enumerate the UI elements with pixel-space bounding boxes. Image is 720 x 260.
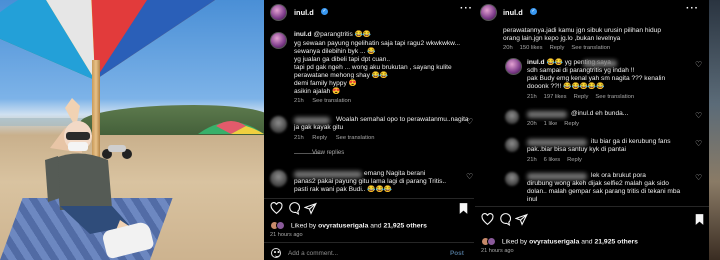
comment-like-icon[interactable]: ♡ <box>466 172 473 181</box>
comment-line: @inul.d eh bunda... <box>571 110 629 117</box>
more-icon[interactable]: ··· <box>460 3 473 14</box>
blurred-username <box>294 117 330 124</box>
comment-like-icon[interactable]: ♡ <box>695 60 702 69</box>
comment-icon[interactable] <box>287 202 300 215</box>
comment-line: pasti rak wani pak Budi.. 😂😂😂 <box>294 186 392 193</box>
add-comment-input[interactable]: Add a comment... <box>288 250 338 257</box>
avatar[interactable] <box>505 172 519 186</box>
avatar[interactable] <box>505 138 519 152</box>
comments-panel-right: inul.d ✓ ··· perawatannya.jadi kamu jgn … <box>475 0 720 260</box>
reply-button[interactable]: Reply <box>312 135 327 141</box>
avatar[interactable] <box>270 116 287 133</box>
avatar[interactable] <box>505 110 519 124</box>
comment-meta: 21h 197 likes Reply See translation <box>527 94 635 100</box>
view-replies-button[interactable]: View replies <box>312 150 344 156</box>
see-translation-link[interactable]: See translation <box>336 135 375 141</box>
comment-meta: 21h 6 likes Reply <box>527 157 582 163</box>
comment-line: dolan.. malah gempar sak parang tritis d… <box>527 188 681 195</box>
reply-button[interactable]: Reply <box>564 121 579 127</box>
comment-like-icon[interactable]: ♡ <box>695 111 702 120</box>
smiley-icon[interactable] <box>271 248 281 258</box>
comment-username[interactable]: inul.d <box>527 59 545 66</box>
see-translation-link[interactable]: See translation <box>595 94 634 100</box>
blurred-username <box>527 111 567 118</box>
post-username[interactable]: inul.d <box>294 8 314 17</box>
comment-username[interactable]: inul.d <box>294 31 312 38</box>
comments-panel-left: inul.d ✓ ··· inul.d @parangtritis 😂😂 yg … <box>264 0 474 260</box>
bookmark-icon[interactable] <box>457 202 470 215</box>
comment-line: Woalah semahal opo to perawatanmu..nagit… <box>336 116 469 123</box>
see-translation-link[interactable]: See translation <box>571 45 610 51</box>
avatar[interactable] <box>505 58 522 75</box>
divider <box>475 206 709 207</box>
likes-summary[interactable]: Liked by ovyratuserigala and 21,925 othe… <box>270 221 427 230</box>
share-icon[interactable] <box>515 213 528 226</box>
avatar[interactable] <box>270 32 287 49</box>
comment-line: pak..biar bisa santuy kyk di pantai <box>527 146 626 153</box>
blurred-mention <box>583 60 617 67</box>
post-username[interactable]: inul.d <box>503 8 523 17</box>
avatar[interactable] <box>270 4 287 21</box>
comment-line: ja gak kayak gitu <box>294 124 344 131</box>
comment-line: inul <box>527 196 538 203</box>
blurred-username <box>527 139 587 146</box>
beach-umbrella <box>0 0 215 80</box>
post-button[interactable]: Post <box>450 250 464 257</box>
comment-meta: 21h Reply See translation <box>294 135 381 141</box>
share-icon[interactable] <box>304 202 317 215</box>
likes-summary[interactable]: Liked by ovyratuserigala and 21,925 othe… <box>481 237 638 246</box>
avatar <box>487 237 496 246</box>
small-umbrella <box>198 121 264 134</box>
comment-time: 21h <box>294 135 304 141</box>
avatar[interactable] <box>270 170 287 187</box>
comment-time: 21h <box>294 98 304 104</box>
see-translation-link[interactable]: See translation <box>312 98 351 104</box>
comment-like-icon[interactable]: ♡ <box>466 117 473 126</box>
heart-icon[interactable] <box>270 202 283 215</box>
verified-icon: ✓ <box>321 8 328 15</box>
comment-meta: 20h 1 like Reply <box>527 121 580 127</box>
divider <box>264 198 474 199</box>
blurred-username <box>527 173 587 180</box>
comment-meta: 21h See translation <box>294 98 358 104</box>
blurred-username <box>294 171 362 178</box>
post-photo <box>0 0 264 260</box>
heart-icon[interactable] <box>481 213 494 226</box>
comment-like-icon[interactable]: ♡ <box>695 139 702 148</box>
background-photo-edge <box>709 0 720 260</box>
reply-button[interactable]: Reply <box>567 157 582 163</box>
comment-line: orang lain.jgn kepo jg.lo ,bukan levelny… <box>503 35 621 42</box>
comment-text: inul.d @parangtritis 😂😂 <box>294 31 372 38</box>
comment-icon[interactable] <box>498 213 511 226</box>
bookmark-icon[interactable] <box>693 213 706 226</box>
more-icon[interactable]: ··· <box>686 3 699 14</box>
post-time: 21 hours ago <box>270 232 303 238</box>
divider <box>264 242 474 243</box>
verified-icon: ✓ <box>530 8 537 15</box>
comment-line: dooonk ??!! 😂😂😂😂😂 <box>527 83 605 90</box>
reply-button[interactable]: Reply <box>574 94 589 100</box>
comment-like-icon[interactable]: ♡ <box>695 173 702 182</box>
reply-button[interactable]: Reply <box>550 45 565 51</box>
comment-meta: 20h 150 likes Reply See translation <box>503 45 611 51</box>
post-time: 21 hours ago <box>481 248 514 254</box>
avatar[interactable] <box>480 4 497 21</box>
comment-line: asikin ajalah 😍 <box>294 88 341 95</box>
avatar <box>276 221 285 230</box>
